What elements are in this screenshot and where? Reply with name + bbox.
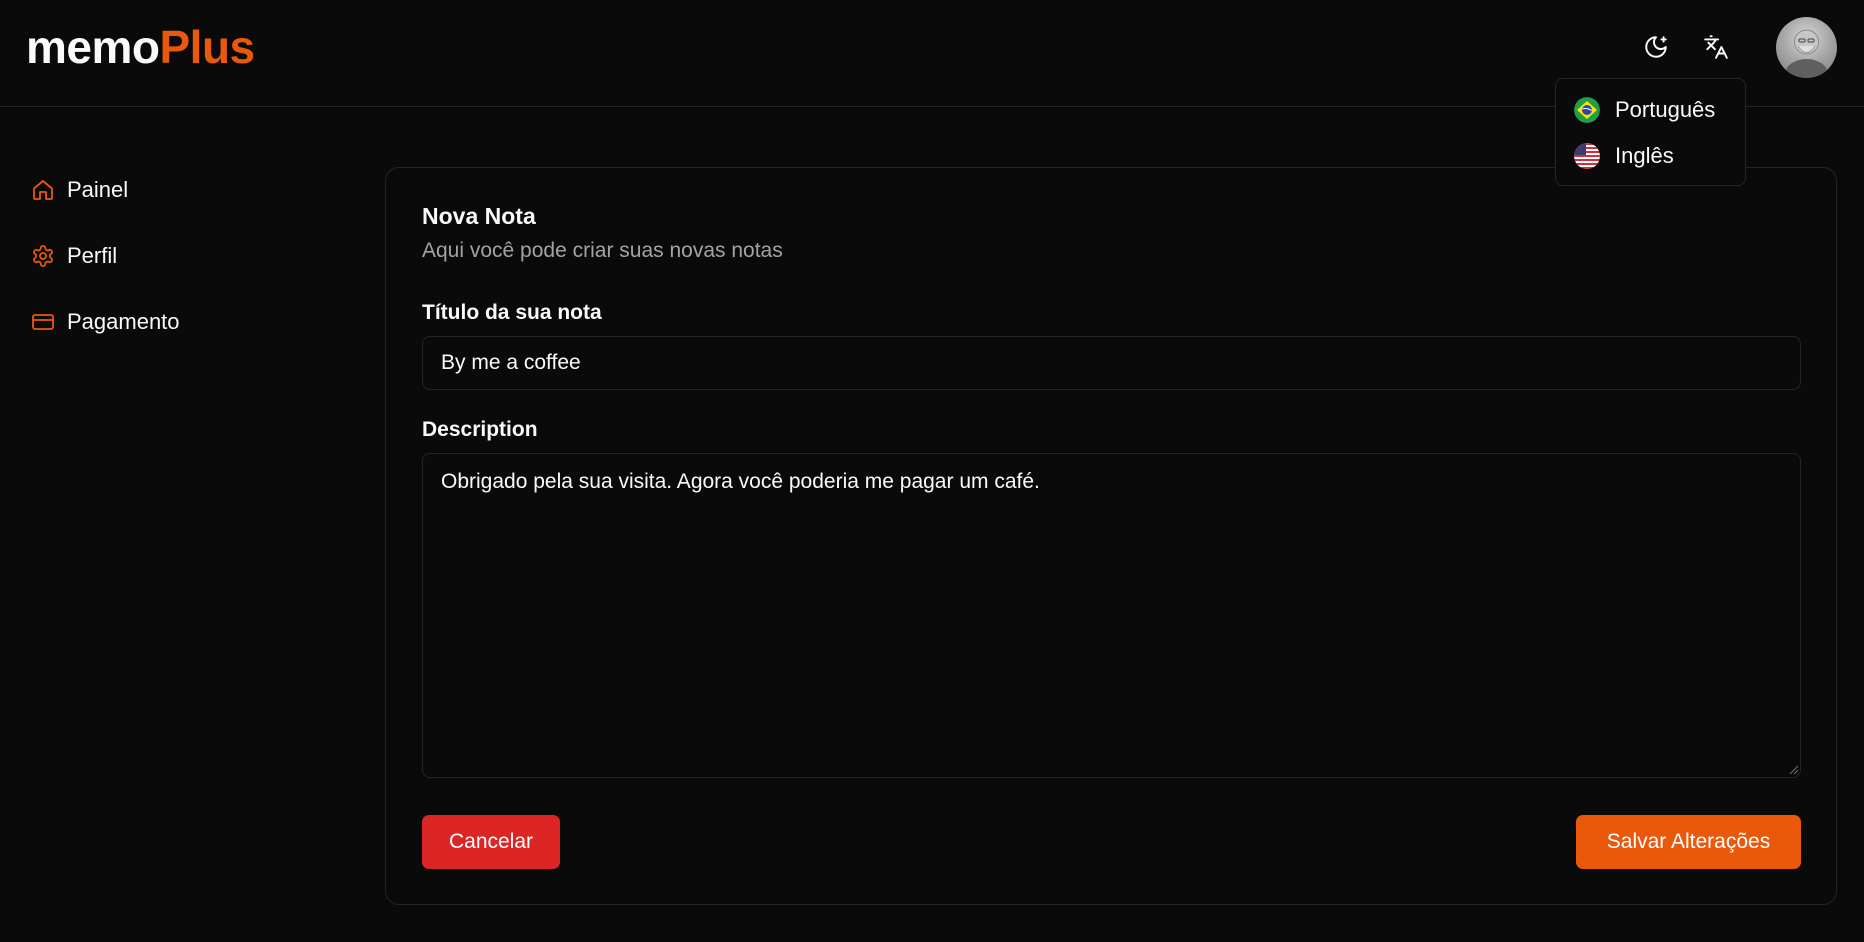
language-label-portuguese: Português	[1615, 97, 1716, 122]
language-option-english[interactable]: Inglês	[1562, 133, 1739, 179]
translate-icon[interactable]	[1697, 28, 1735, 66]
note-title-label: Título da sua nota	[422, 301, 602, 324]
credit-card-icon	[30, 309, 56, 335]
save-changes-button[interactable]: Salvar Alterações	[1576, 815, 1801, 869]
description-textarea[interactable]: Obrigado pela sua visita. Agora você pod…	[422, 453, 1801, 778]
new-note-card: Nova Nota Aqui você pode criar suas nova…	[385, 167, 1837, 905]
page-title: Nova Nota	[422, 203, 536, 229]
brazil-flag-icon	[1574, 97, 1600, 123]
note-title-input[interactable]	[422, 336, 1801, 390]
cancel-button[interactable]: Cancelar	[422, 815, 560, 869]
page-subtitle: Aqui você pode criar suas novas notas	[422, 239, 783, 262]
theme-toggle-icon[interactable]	[1637, 28, 1675, 66]
sidebar-item-perfil[interactable]: Perfil	[30, 236, 180, 276]
sidebar-item-label: Painel	[67, 177, 129, 202]
sidebar-item-label: Pagamento	[67, 309, 180, 334]
language-dropdown: Português Inglês	[1555, 78, 1746, 186]
sidebar-item-label: Perfil	[67, 243, 118, 268]
logo-plus: Plus	[159, 21, 255, 73]
app-logo[interactable]: memoPlus	[26, 22, 255, 72]
home-icon	[30, 177, 56, 203]
usa-flag-icon	[1574, 143, 1600, 169]
sidebar: Painel Perfil Pagamento	[30, 170, 180, 368]
gear-icon	[30, 243, 56, 269]
user-avatar[interactable]	[1776, 17, 1837, 78]
description-label: Description	[422, 418, 538, 441]
logo-memo: memo	[26, 21, 160, 73]
sidebar-item-painel[interactable]: Painel	[30, 170, 180, 210]
language-label-english: Inglês	[1615, 143, 1674, 168]
resize-handle-icon[interactable]	[1788, 764, 1799, 775]
language-option-portuguese[interactable]: Português	[1562, 87, 1739, 133]
sidebar-item-pagamento[interactable]: Pagamento	[30, 302, 180, 342]
